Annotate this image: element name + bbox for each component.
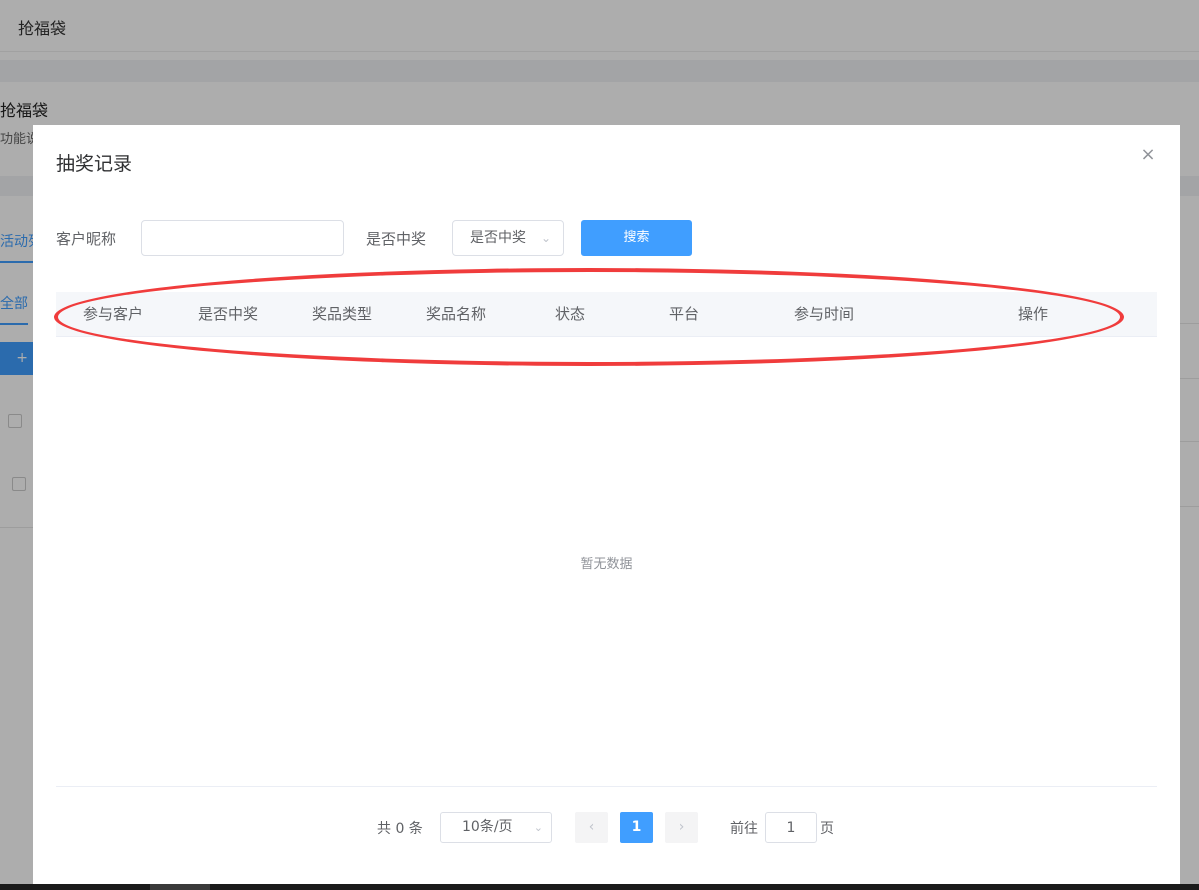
column-header[interactable]: 状态 xyxy=(555,292,585,337)
column-header[interactable]: 平台 xyxy=(669,292,699,337)
taskbar-item xyxy=(150,884,210,890)
goto-label: 前往 xyxy=(730,821,758,837)
dialog-title: 抽奖记录 xyxy=(56,153,133,175)
chevron-down-icon: ⌄ xyxy=(540,231,551,245)
chevron-right-icon: › xyxy=(678,819,685,835)
next-page-button[interactable]: › xyxy=(665,812,698,843)
column-header[interactable]: 参与客户 xyxy=(83,292,143,337)
column-header[interactable]: 奖品类型 xyxy=(312,292,372,337)
table-header: 参与客户 是否中奖 奖品类型 奖品名称 状态 平台 参与时间 操作 xyxy=(56,292,1157,337)
column-header[interactable]: 参与时间 xyxy=(794,292,854,337)
pagination-total: 共 0 条 xyxy=(377,821,423,837)
chevron-down-icon: ⌄ xyxy=(533,821,543,834)
prev-page-button[interactable]: ‹ xyxy=(575,812,608,843)
lottery-records-dialog: 抽奖记录 × 客户昵称 是否中奖 是否中奖 ⌄ 搜索 参与客户 是否中奖 奖品类… xyxy=(33,125,1180,884)
table-empty-text: 暂无数据 xyxy=(580,557,633,572)
column-header[interactable]: 奖品名称 xyxy=(426,292,486,337)
page-unit-label: 页 xyxy=(820,821,834,837)
page-size-select[interactable]: 10条/页 ⌄ xyxy=(440,812,552,843)
win-status-select-value: 是否中奖 xyxy=(470,230,526,246)
chevron-left-icon: ‹ xyxy=(588,819,595,835)
column-header[interactable]: 操作 xyxy=(1018,292,1048,337)
goto-page-input[interactable] xyxy=(765,812,817,843)
search-button[interactable]: 搜索 xyxy=(581,220,692,256)
win-status-select[interactable]: 是否中奖 ⌄ xyxy=(452,220,564,256)
table-bottom-divider xyxy=(56,786,1157,787)
close-icon[interactable]: × xyxy=(1139,146,1157,164)
nickname-input[interactable] xyxy=(141,220,344,256)
page-size-value: 10条/页 xyxy=(462,819,513,835)
nickname-label: 客户昵称 xyxy=(56,230,117,248)
win-status-label: 是否中奖 xyxy=(366,230,427,248)
column-header[interactable]: 是否中奖 xyxy=(198,292,258,337)
page-number-current[interactable]: 1 xyxy=(620,812,653,843)
